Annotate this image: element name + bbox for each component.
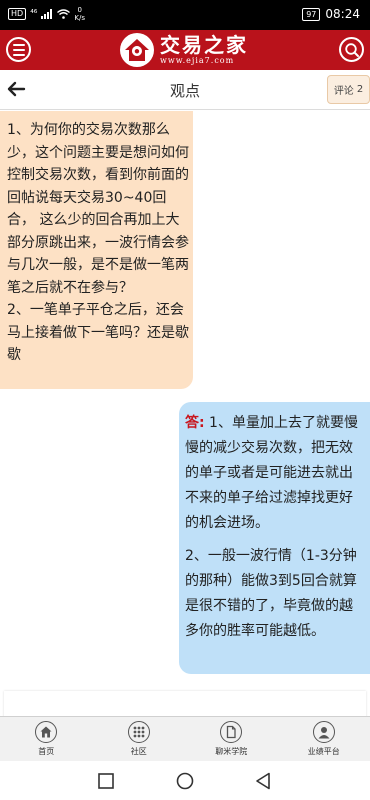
back-triangle-icon[interactable] (255, 772, 271, 790)
app-header: 交易之家 www.ejia7.com (0, 30, 370, 70)
signal-indicator: ⁴⁶ (30, 9, 38, 19)
page-title: 观点 (169, 82, 200, 100)
reply-strip[interactable] (4, 691, 366, 716)
comment-button[interactable]: 评论 2 (327, 75, 370, 104)
square-icon[interactable] (98, 773, 114, 789)
app-logo: 交易之家 www.ejia7.com (120, 32, 248, 68)
status-left: HD ⁴⁶ 0 K/s (8, 6, 85, 22)
question-paragraph-1: 1、为何你的交易次数那么少，这个问题主要是想问如何控制交易次数，看到你前面的回帖… (7, 122, 189, 296)
nav-label-community: 社区 (130, 747, 147, 756)
status-right: 97 08:24 (302, 7, 360, 21)
net-speed-value: 0 (77, 6, 82, 14)
grid-icon (127, 721, 150, 743)
search-icon[interactable] (339, 37, 364, 62)
nav-item-academy[interactable]: 聊米学院 (185, 717, 278, 761)
status-bar: HD ⁴⁶ 0 K/s 97 08:24 (0, 0, 370, 30)
clock: 08:24 (325, 7, 360, 21)
question-bubble: 1、为何你的交易次数那么少，这个问题主要是想问如何控制交易次数，看到你前面的回帖… (0, 111, 193, 389)
answer-paragraph-1: 答: 1、单量加上去了就要慢慢的减少交易次数，把无效的单子或者是可能进去就出不来… (185, 411, 364, 536)
system-nav-bar (0, 761, 370, 800)
answer-paragraph-2: 2、一般一波行情（1-3分钟的那种）能做3到5回合就算是很不错的了，毕竟做的越多… (185, 548, 357, 639)
house-logo-icon (120, 33, 154, 67)
comment-label: 评论 (333, 86, 354, 97)
answer-bubble: 答: 1、单量加上去了就要慢慢的减少交易次数，把无效的单子或者是可能进去就出不来… (179, 402, 370, 674)
net-speed: 0 K/s (74, 6, 85, 22)
answer-label: 答: (185, 415, 205, 431)
nav-label-performance: 业绩平台 (307, 747, 340, 756)
circle-icon[interactable] (176, 772, 194, 790)
logo-url: www.ejia7.com (160, 56, 235, 65)
logo-title: 交易之家 (160, 33, 248, 57)
document-icon (220, 721, 243, 743)
conversation-area[interactable]: 1、为何你的交易次数那么少，这个问题主要是想问如何控制交易次数，看到你前面的回帖… (0, 111, 370, 716)
menu-icon[interactable] (6, 37, 31, 62)
comment-count: 2 (356, 84, 364, 95)
nav-label-home: 首页 (38, 747, 55, 756)
nav-item-performance[interactable]: 业绩平台 (278, 717, 370, 761)
signal-bars-icon (41, 9, 53, 19)
home-icon (35, 721, 58, 743)
net-speed-unit: K/s (74, 14, 86, 22)
nav-item-community[interactable]: 社区 (93, 717, 186, 761)
user-icon (312, 721, 335, 743)
hd-badge: HD (8, 8, 27, 20)
wifi-icon (57, 9, 71, 19)
bottom-nav: 首页 社区 聊米学院 业绩平台 (0, 716, 370, 761)
battery-indicator: 97 (302, 7, 321, 21)
question-paragraph-2: 2、一笔单子平仓之后，还会马上接着做下一笔吗？还是歇歇 (7, 302, 189, 363)
nav-item-home[interactable]: 首页 (0, 717, 93, 761)
title-bar: 观点 评论 2 (0, 70, 370, 110)
answer-text-1: 1、单量加上去了就要慢慢的减少交易次数，把无效的单子或者是可能进去就出不来的单子… (185, 415, 358, 531)
nav-label-academy: 聊米学院 (215, 747, 248, 756)
